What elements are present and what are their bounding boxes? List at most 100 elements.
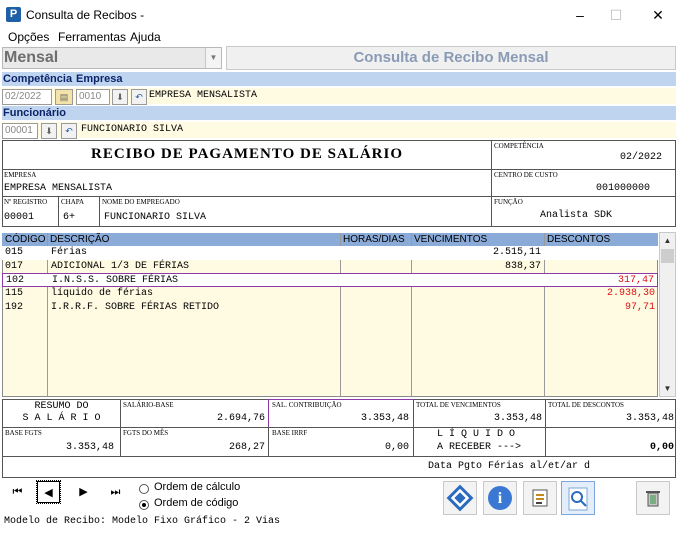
col-descricao: DESCRIÇÃO: [50, 234, 110, 245]
search-button[interactable]: [561, 481, 595, 515]
col-codigo: CÓDIGO: [5, 234, 46, 245]
col-horas: HORAS/DIAS: [343, 234, 405, 245]
centro-custo-value: 001000000: [596, 183, 651, 194]
ordem-codigo-label[interactable]: Ordem de código: [154, 497, 238, 509]
empresa-lookup-down-icon[interactable]: ⬇: [112, 89, 128, 105]
cell-vencimentos: 2.515,11: [492, 247, 541, 258]
centro-custo-label: CENTRO DE CUSTO: [494, 171, 558, 179]
cell-codigo: 192: [5, 302, 24, 313]
cell-descricao: I.N.S.S. SOBRE FÉRIAS: [52, 275, 179, 286]
col-vencimentos: VENCIMENTOS: [414, 234, 488, 245]
chapa-label: CHAPA: [61, 198, 85, 206]
scroll-up-icon[interactable]: ▲: [660, 233, 675, 248]
total-descontos-value: 3.353,48: [625, 413, 674, 424]
cell-codigo: 115: [5, 288, 24, 299]
cell-vencimentos: [412, 274, 545, 288]
registro-value: 00001: [4, 212, 35, 223]
competencia-label: Competência: [3, 72, 73, 86]
radio-ordem-calculo[interactable]: [139, 484, 149, 494]
fgts-mes-label: FGTS DO MÊS: [123, 429, 169, 437]
table-row-selected[interactable]: 102 I.N.S.S. SOBRE FÉRIAS 317,47: [2, 273, 658, 287]
empresa-label: Empresa: [76, 72, 123, 86]
receipt-competencia-label: COMPETÊNCIA: [494, 142, 544, 150]
total-vencimentos-label: TOTAL DE VENCIMENTOS: [416, 401, 501, 409]
total-descontos-label: TOTAL DE DESCONTOS: [548, 401, 624, 409]
base-irrf-value: 0,00: [384, 442, 409, 453]
cell-codigo: 015: [5, 247, 24, 258]
close-button[interactable]: ✕: [643, 4, 673, 26]
receipt-title: RECIBO DE PAGAMENTO DE SALÁRIO: [91, 146, 403, 162]
next-record-icon[interactable]: ▶: [72, 481, 95, 503]
funcionario-name: FUNCIONARIO SILVA: [81, 124, 184, 135]
base-irrf-label: BASE IRRF: [272, 429, 308, 437]
liquido-line1: L Í Q U I D O: [437, 429, 516, 440]
liquido-line2: A RECEBER --->: [437, 442, 522, 453]
cell-descontos: [544, 246, 658, 260]
cell-horas: [341, 274, 412, 288]
minimize-button[interactable]: –: [565, 4, 595, 26]
base-fgts-label: BASE FGTS: [5, 429, 42, 437]
empresa-name: EMPRESA MENSALISTA: [149, 90, 258, 101]
registro-label: Nº REGISTRO: [4, 198, 48, 206]
cell-descontos: 97,71: [624, 302, 655, 313]
cell-descricao: Férias: [51, 247, 88, 258]
cell-descricao: ADICIONAL 1/3 DE FÉRIAS: [51, 261, 190, 272]
table-scrollbar[interactable]: ▲ ▼: [659, 232, 676, 397]
funcionario-code-input[interactable]: 00001: [2, 123, 38, 139]
base-fgts-value: 3.353,48: [65, 442, 114, 453]
funcionario-lookup-down-icon[interactable]: ⬇: [41, 123, 57, 139]
fgts-mes-value: 268,27: [228, 442, 265, 453]
radio-ordem-codigo[interactable]: [139, 500, 149, 510]
nome-label: NOME DO EMPREGADO: [102, 198, 180, 206]
cell-codigo: 102: [6, 275, 25, 286]
last-record-icon[interactable]: ⏭: [104, 481, 127, 503]
competencia-input[interactable]: 02/2022: [2, 89, 52, 105]
menu-opcoes[interactable]: Opções: [8, 30, 49, 44]
app-icon: P: [6, 7, 21, 22]
cell-vencimentos: 838,37: [504, 261, 541, 272]
cell-horas: [340, 260, 411, 274]
table-row[interactable]: 115 líquido de férias 2.938,30: [2, 287, 658, 301]
calculate-button[interactable]: [443, 481, 477, 515]
status-bar: Modelo de Recibo: Modelo Fixo Gráfico - …: [4, 516, 281, 527]
resumo-line2: S A L Á R I O: [22, 413, 101, 424]
resumo-line1: RESUMO DO: [34, 401, 89, 412]
funcao-value: Analista SDK: [540, 210, 613, 221]
scroll-down-icon[interactable]: ▼: [660, 381, 675, 396]
first-record-icon[interactable]: ⏮: [6, 481, 29, 503]
chevron-down-icon[interactable]: ▼: [205, 48, 221, 68]
mode-select-value: Mensal: [4, 49, 59, 66]
table-row[interactable]: 017 ADICIONAL 1/3 DE FÉRIAS 838,37: [2, 260, 658, 274]
nome-value: FUNCIONARIO SILVA: [104, 212, 207, 223]
empresa-undo-icon[interactable]: ↶: [131, 89, 147, 105]
cell-descontos: [544, 260, 658, 274]
cell-horas: [340, 287, 411, 301]
delete-button[interactable]: [636, 481, 670, 515]
cell-codigo: 017: [5, 261, 24, 272]
magnifier-icon: [568, 487, 588, 511]
maximize-button[interactable]: ☐: [601, 4, 631, 26]
info-button[interactable]: i: [483, 481, 517, 515]
funcionario-undo-icon[interactable]: ↶: [61, 123, 77, 139]
menu-ajuda[interactable]: Ajuda: [130, 30, 161, 44]
sal-contribuicao-value: 3.353,48: [360, 413, 409, 424]
salario-base-value: 2.694,76: [216, 413, 265, 424]
table-row[interactable]: 015 Férias 2.515,11: [2, 246, 658, 260]
ordem-calculo-label[interactable]: Ordem de cálculo: [154, 481, 240, 493]
scroll-thumb[interactable]: [661, 249, 674, 263]
cell-horas: [340, 301, 411, 315]
previous-record-icon[interactable]: ◀: [36, 480, 61, 504]
document-export-icon: [532, 489, 548, 507]
menu-ferramentas[interactable]: Ferramentas: [58, 30, 126, 44]
export-button[interactable]: [523, 481, 557, 515]
receipt-competencia-value: 02/2022: [620, 152, 663, 163]
folder-open-icon[interactable]: ▤: [55, 89, 73, 105]
funcao-label: FUNÇÃO: [494, 198, 523, 206]
svg-text:i: i: [498, 490, 503, 507]
cell-vencimentos: [411, 301, 544, 315]
sal-contribuicao-label: SAL. CONTRIBUIÇÃO: [272, 401, 342, 409]
empresa-code-input[interactable]: 0010: [76, 89, 110, 105]
table-row[interactable]: 192 I.R.R.F. SOBRE FÉRIAS RETIDO 97,71: [2, 301, 658, 315]
col-descontos: DESCONTOS: [547, 234, 611, 245]
funcionario-header-bar: [2, 106, 676, 120]
